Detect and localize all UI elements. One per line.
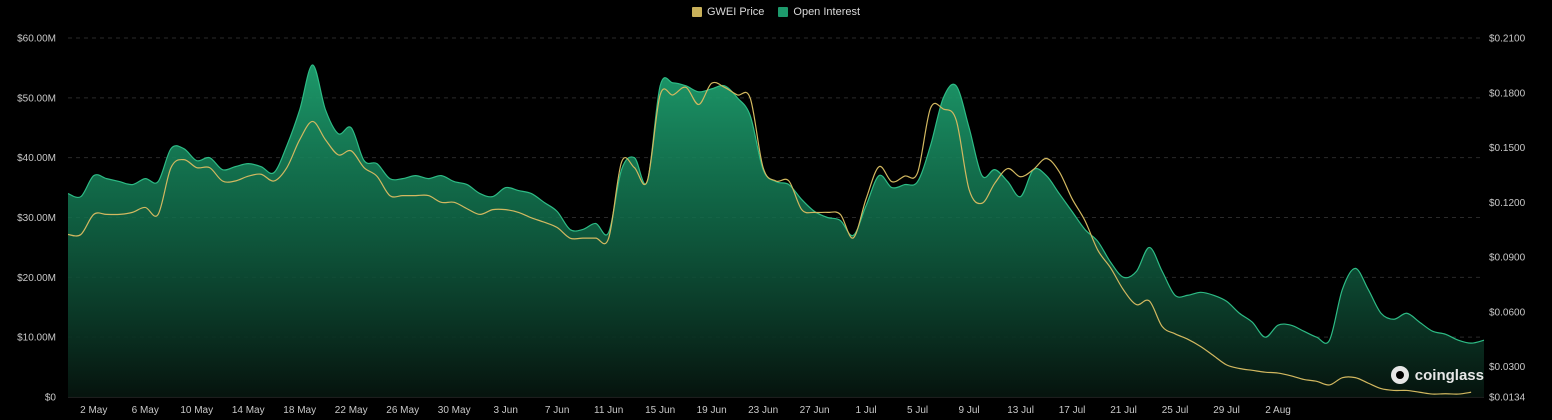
coinglass-logo-icon [1390,366,1409,384]
x-tick-label: 15 Jun [645,405,675,416]
series-area-layer [67,64,1485,398]
x-tick-label: 3 Jun [493,405,517,416]
y-right-tick-label: $0.0900 [1489,253,1526,264]
x-tick-label: 17 Jul [1059,405,1086,416]
y-left-tick-label: $30.00M [17,213,56,224]
x-tick-label: 29 Jul [1213,405,1240,416]
y-right-tick-label: $0.1200 [1489,198,1526,209]
y-left-tick-label: $0 [45,393,57,404]
x-tick-label: 6 May [132,405,159,416]
open-interest-area [68,64,1484,398]
x-tick-label: 25 Jul [1162,405,1189,416]
chart-plot: $0 $10.00M $20.00M $30.00M $40.00M $50.00M $60… [17,34,1526,417]
x-tick-label: 27 Jun [800,405,830,416]
x-tick-label: 2 May [80,405,107,416]
y-left-tick-label: $40.00M [17,153,56,164]
x-tick-label: 26 May [386,405,419,416]
x-tick-label: 9 Jul [959,405,980,416]
x-tick-label: 7 Jun [545,405,569,416]
y-left-tick-label: $50.00M [17,93,56,104]
x-tick-label: 13 Jul [1007,405,1034,416]
y-left-tick-label: $60.00M [17,34,56,45]
x-tick-label: 23 Jun [748,405,778,416]
x-tick-label: 1 Jul [856,405,877,416]
x-tick-label: 10 May [180,405,213,416]
x-tick-label: 14 May [232,405,265,416]
x-tick-label: 11 Jun [594,405,623,416]
y-right-tick-label: $0.1500 [1489,143,1526,154]
x-tick-label: 30 May [438,405,471,416]
x-tick-label: 5 Jul [907,405,928,416]
coinglass-watermark: coinglass [1390,366,1484,384]
x-tick-label: 19 Jun [697,405,727,416]
x-tick-label: 22 May [335,405,368,416]
watermark-text: coinglass [1414,366,1484,384]
y-left-tick-label: $10.00M [17,333,56,344]
x-tick-label: 2 Aug [1265,405,1291,416]
y-right-tick-label: $0.0600 [1489,307,1526,318]
chart-container: GWEI Price Open Interest $0 $10.00M $20.00… [0,0,1552,420]
x-tick-label: 18 May [283,405,316,416]
y-right-tick-label: $0.0134 [1489,393,1526,404]
y-right-tick-label: $0.0300 [1489,362,1526,373]
x-tick-label: 21 Jul [1110,405,1137,416]
y-right-tick-label: $0.2100 [1489,34,1526,45]
y-right-tick-label: $0.1800 [1489,88,1526,99]
y-left-tick-label: $20.00M [17,273,56,284]
